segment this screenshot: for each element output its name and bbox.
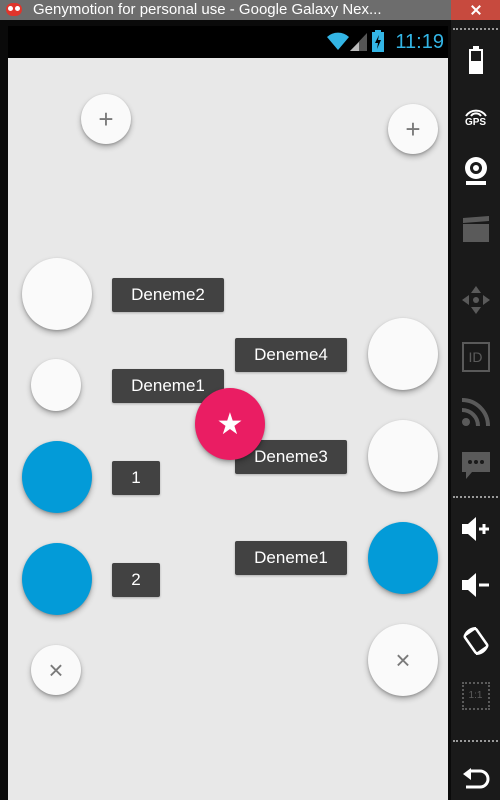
left-label-2: 2 [112, 563, 160, 597]
right-label-deneme4: Deneme4 [235, 338, 347, 372]
right-label-deneme1: Deneme1 [235, 541, 347, 575]
rotate-icon[interactable] [451, 626, 500, 656]
star-icon: ★ [216, 407, 244, 441]
close-icon: × [48, 654, 64, 685]
right-plus-button[interactable]: + [388, 104, 438, 154]
left-fab-deneme1[interactable] [31, 359, 81, 411]
right-close-button[interactable]: × [368, 624, 438, 696]
left-plus-button[interactable]: + [81, 94, 131, 144]
toolbar-separator [453, 28, 498, 30]
right-fab-deneme3[interactable] [368, 420, 438, 492]
close-icon: × [395, 644, 411, 675]
toolbar-separator [453, 740, 498, 742]
left-fab-deneme2[interactable] [22, 258, 92, 330]
plus-icon: + [98, 103, 114, 134]
scale-label: 1:1 [461, 682, 490, 710]
left-close-button[interactable]: × [31, 645, 81, 695]
status-clock: 11:19 [395, 31, 444, 53]
left-label-1: 1 [112, 461, 160, 495]
center-star-fab[interactable]: ★ [195, 388, 265, 460]
window-close-button[interactable] [451, 0, 500, 20]
left-fab-2[interactable] [22, 543, 92, 615]
battery-charging-icon [372, 30, 384, 52]
emulator-toolbar: GPS ID 1:1 [451, 20, 500, 800]
right-fab-deneme1[interactable] [368, 522, 438, 594]
right-fab-deneme4[interactable] [368, 318, 438, 390]
wifi-icon [327, 32, 349, 50]
window-titlebar: Genymotion for personal use - Google Gal… [0, 0, 500, 20]
volume-down-icon[interactable] [451, 572, 500, 598]
signal-icon [350, 33, 367, 51]
left-fab-1[interactable] [22, 441, 92, 513]
window-title: Genymotion for personal use - Google Gal… [33, 1, 382, 18]
genymotion-logo-icon [6, 3, 22, 16]
rss-icon[interactable] [451, 398, 500, 426]
toolbar-separator [453, 496, 498, 498]
id-label: ID [461, 342, 490, 372]
camera-icon[interactable] [451, 156, 500, 186]
scale-icon[interactable]: 1:1 [451, 682, 500, 710]
gps-label: GPS [464, 117, 487, 128]
plus-icon: + [405, 113, 421, 144]
battery-icon[interactable] [451, 46, 500, 74]
left-label-deneme2: Deneme2 [112, 278, 224, 312]
id-icon[interactable]: ID [451, 342, 500, 372]
gps-icon[interactable]: GPS [451, 106, 500, 128]
volume-up-icon[interactable] [451, 516, 500, 542]
android-status-bar: 11:19 [8, 26, 448, 58]
sms-icon[interactable] [451, 452, 500, 480]
back-icon[interactable] [451, 768, 500, 790]
video-icon[interactable] [451, 216, 500, 242]
dpad-icon[interactable] [451, 286, 500, 314]
